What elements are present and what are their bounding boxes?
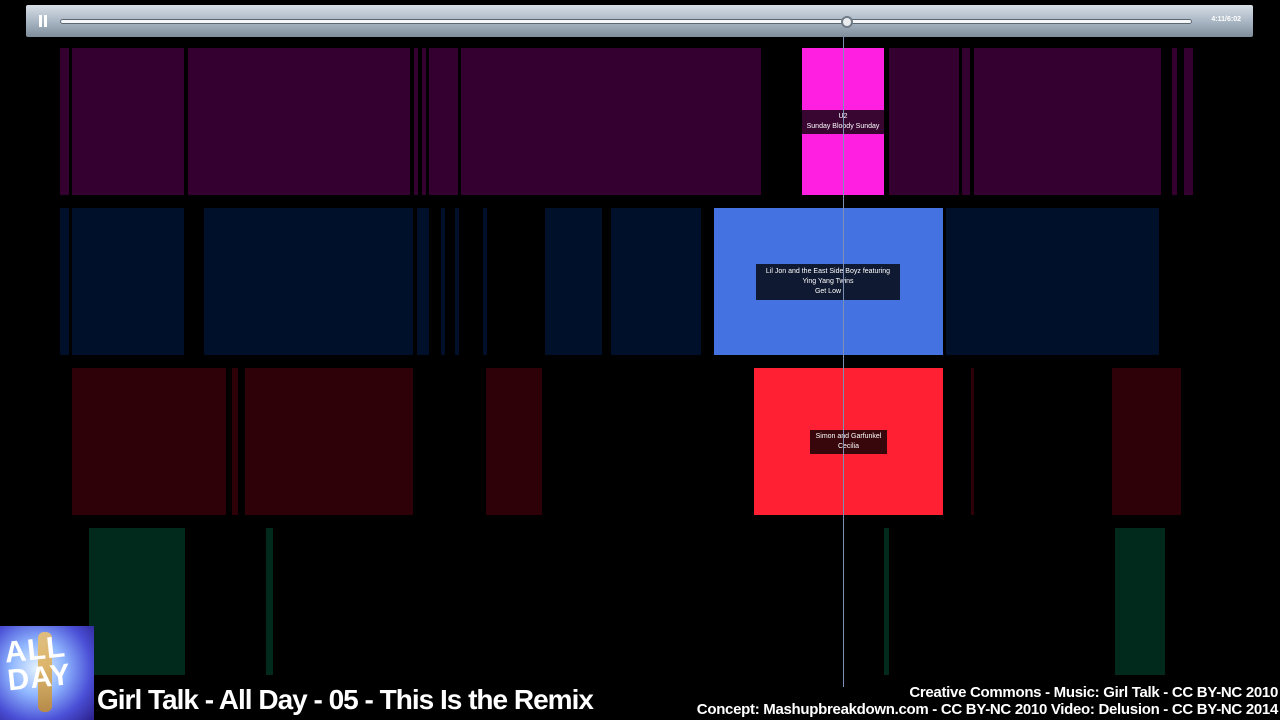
timeline-block [72, 48, 184, 195]
track-artist: Ying Yang Twins [802, 278, 854, 285]
track-song: Cecilia [837, 443, 859, 450]
timeline-block [455, 208, 459, 355]
credits: Creative Commons - Music: Girl Talk - CC… [696, 684, 1279, 718]
track-label-liljon: Lil Jon and the East Side Boyz featuring… [756, 264, 900, 300]
timeline-block [245, 368, 413, 515]
track-label-simon: Simon and Garfunkel Cecilia [810, 430, 887, 454]
timeline-block [60, 208, 69, 355]
timeline-block [266, 528, 273, 675]
cover-art-text: ALL DAY [2, 630, 73, 698]
mashup-timeline: U2 Sunday Bloody Sunday Lil Jon and the … [0, 0, 1280, 720]
timeline-block [1115, 528, 1165, 675]
timeline-block [232, 368, 238, 515]
timeline-block [889, 48, 959, 195]
timeline-block [188, 48, 410, 195]
timeline-block [461, 48, 761, 195]
timeline-block [946, 208, 1159, 355]
timeline-block [974, 48, 1161, 195]
timeline-block [417, 208, 429, 355]
timeline-block [72, 208, 184, 355]
song-title: Girl Talk - All Day - 05 - This Is the R… [97, 684, 594, 715]
track-artist: Lil Jon and the East Side Boyz featuring [765, 268, 891, 275]
credit-line: Creative Commons - Music: Girl Talk - CC… [909, 684, 1278, 701]
timeline-block [414, 48, 418, 195]
timeline-block [1184, 48, 1193, 195]
timeline-block [89, 528, 185, 675]
timeline-block [429, 48, 458, 195]
timeline-block [971, 368, 974, 515]
timeline-block [611, 208, 701, 355]
track-song: Get Low [814, 288, 842, 295]
playhead-line [843, 37, 844, 687]
album-cover: ALL DAY [0, 626, 94, 720]
timeline-block [441, 208, 445, 355]
track-artist: Simon and Garfunkel [815, 433, 882, 440]
timeline-block [422, 48, 426, 195]
timeline-block [962, 48, 970, 195]
timeline-block [72, 368, 226, 515]
credit-line: Concept: Mashupbreakdown.com - CC BY-NC … [696, 701, 1279, 718]
timeline-block [545, 208, 602, 355]
timeline-block [486, 368, 542, 515]
timeline-block [204, 208, 413, 355]
timeline-block [483, 208, 487, 355]
timeline-block [884, 528, 889, 675]
timeline-block [1172, 48, 1177, 195]
timeline-block [1112, 368, 1181, 515]
timeline-block [60, 48, 69, 195]
